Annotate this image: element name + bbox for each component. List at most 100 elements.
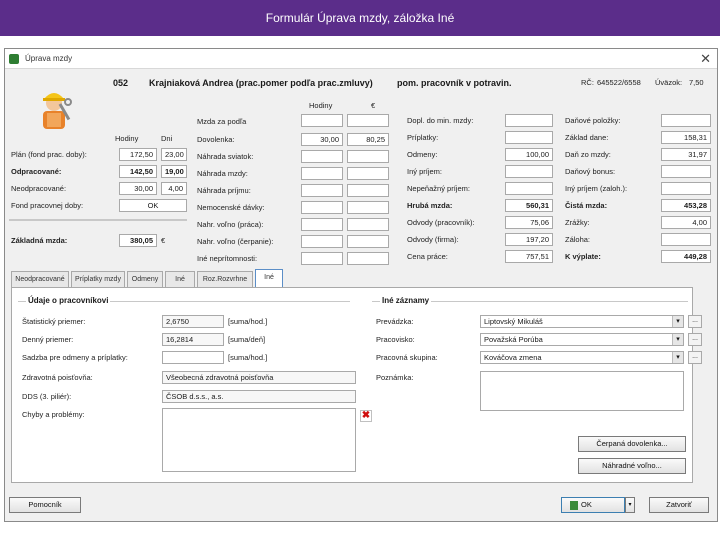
poznamka-textarea[interactable]	[480, 371, 684, 411]
middle-row-eur[interactable]	[347, 150, 389, 163]
zakladna-value[interactable]: 380,05	[119, 234, 157, 247]
right2-row-value[interactable]: 449,28	[661, 250, 711, 263]
tab-rozvrhne[interactable]: Roz.Rozvrhne	[197, 271, 253, 287]
sadzba-input[interactable]	[162, 351, 224, 364]
middle-row-eur[interactable]	[347, 252, 389, 265]
middle-row-hodiny[interactable]	[301, 150, 343, 163]
right1-row-value[interactable]	[505, 131, 553, 144]
middle-row-label: Nahr. voľno (práca):	[197, 220, 264, 229]
neodpracovane-dni[interactable]: 4,00	[161, 182, 187, 195]
edit-wage-window: Úprava mzdy ✕ 052 Krajniaková Andrea (pr…	[4, 48, 718, 522]
employee-position: pom. pracovník v potravin.	[397, 78, 512, 88]
right1-row-label: Odvody (firma):	[407, 235, 459, 244]
right1-row-label: Dopl. do min. mzdy:	[407, 116, 474, 125]
mzda-header: Mzda za podľa	[197, 117, 247, 126]
middle-row-label: Dovolenka:	[197, 135, 235, 144]
right1-row-label: Hrubá mzda:	[407, 201, 453, 210]
tab-odmeny[interactable]: Odmeny	[127, 271, 163, 287]
window-title: Úprava mzdy	[25, 54, 73, 63]
right1-row-label: Nepeňažný príjem:	[407, 184, 470, 193]
middle-row-hodiny[interactable]	[301, 252, 343, 265]
dds-value: ČSOB d.s.s., a.s.	[162, 390, 356, 403]
right2-row-value[interactable]	[661, 233, 711, 246]
zakladna-unit: €	[161, 236, 166, 245]
right1-row-label: Príplatky:	[407, 133, 439, 142]
right1-row-value[interactable]: 757,51	[505, 250, 553, 263]
right1-row-value[interactable]: 75,06	[505, 216, 553, 229]
plan-hodiny[interactable]: 172,50	[119, 148, 157, 161]
middle-row-label: Náhrada sviatok:	[197, 152, 254, 161]
pomocnik-button[interactable]: Pomocník	[9, 497, 81, 513]
right1-row-value[interactable]	[505, 182, 553, 195]
pracovisko-select[interactable]: Považská Porúba ▾	[480, 333, 684, 346]
middle-row-label: Iné neprítomnosti:	[197, 254, 258, 263]
right2-row-value[interactable]: 31,97	[661, 148, 711, 161]
employee-name: Krajniaková Andrea (prac.pomer podľa pra…	[149, 78, 373, 88]
chyby-textarea[interactable]	[162, 408, 356, 472]
chevron-down-icon[interactable]: ▾	[672, 316, 683, 327]
fond-status: OK	[119, 199, 187, 212]
right2-row-value[interactable]	[661, 114, 711, 127]
stat-priemer-label: Štatistický priemer:	[22, 317, 86, 326]
chyby-label: Chyby a problémy:	[22, 410, 85, 419]
middle-row-eur[interactable]: 80,25	[347, 133, 389, 146]
window-titlebar: Úprava mzdy ✕	[5, 49, 717, 69]
middle-row-hodiny[interactable]	[301, 201, 343, 214]
pracovisko-label: Pracovisko:	[376, 335, 415, 344]
tab-ine-1[interactable]: Iné	[165, 271, 195, 287]
prevadzka-label: Prevádzka:	[376, 317, 414, 326]
right1-row-value[interactable]: 197,20	[505, 233, 553, 246]
ok-dropdown-button[interactable]: ▾	[625, 497, 635, 513]
plan-dni[interactable]: 23,00	[161, 148, 187, 161]
col-dni: Dni	[161, 134, 173, 143]
right2-row-label: Daňový bonus:	[565, 167, 616, 176]
middle-row-hodiny[interactable]	[301, 167, 343, 180]
tab-neodpracovane[interactable]: Neodpracované	[11, 271, 69, 287]
right2-row-value[interactable]: 158,31	[661, 131, 711, 144]
chevron-down-icon[interactable]: ▾	[672, 352, 683, 363]
ok-button[interactable]: OK	[561, 497, 625, 513]
pracovisko-more-button[interactable]: ...	[688, 333, 702, 346]
right2-row-value[interactable]: 4,00	[661, 216, 711, 229]
right2-row-value[interactable]: 453,28	[661, 199, 711, 212]
odpracovane-hodiny[interactable]: 142,50	[119, 165, 157, 178]
tab-priplatky[interactable]: Príplatky mzdy	[71, 271, 125, 287]
right2-row-value[interactable]	[661, 182, 711, 195]
chevron-down-icon[interactable]: ▾	[672, 334, 683, 345]
close-icon[interactable]: ✕	[700, 51, 711, 67]
prevadzka-select[interactable]: Liptovský Mikuláš ▾	[480, 315, 684, 328]
cerpana-dovolenka-button[interactable]: Čerpaná dovolenka...	[578, 436, 686, 452]
middle-row-eur[interactable]	[347, 235, 389, 248]
neodpracovane-hodiny[interactable]: 30,00	[119, 182, 157, 195]
skupina-select[interactable]: Kováčova zmena ▾	[480, 351, 684, 364]
skupina-more-button[interactable]: ...	[688, 351, 702, 364]
middle-row-hodiny[interactable]	[301, 235, 343, 248]
middle-row-hodiny[interactable]: 30,00	[301, 133, 343, 146]
middle-col-eur: €	[371, 101, 376, 110]
right1-row-value[interactable]	[505, 165, 553, 178]
mzda-hodiny[interactable]	[301, 114, 343, 127]
tab-ine-active[interactable]: Iné	[255, 269, 283, 287]
zatvorit-button[interactable]: Zatvoriť	[649, 497, 709, 513]
denny-priemer-value: 16,2814	[162, 333, 224, 346]
middle-row-hodiny[interactable]	[301, 218, 343, 231]
middle-row-eur[interactable]	[347, 218, 389, 231]
middle-row-eur[interactable]	[347, 184, 389, 197]
middle-row-hodiny[interactable]	[301, 184, 343, 197]
stat-priemer-value: 2,6750	[162, 315, 224, 328]
right2-row-value[interactable]	[661, 165, 711, 178]
middle-row-eur[interactable]	[347, 167, 389, 180]
mzda-eur[interactable]	[347, 114, 389, 127]
odpracovane-label: Odpracované:	[11, 167, 62, 176]
middle-row-eur[interactable]	[347, 201, 389, 214]
left-divider	[9, 219, 187, 221]
delete-icon[interactable]: ✖	[360, 410, 372, 422]
right2-row-label: Základ dane:	[565, 133, 609, 142]
odpracovane-dni[interactable]: 19,00	[161, 165, 187, 178]
right1-row-value[interactable]: 100,00	[505, 148, 553, 161]
right1-row-value[interactable]	[505, 114, 553, 127]
right1-row-label: Iný príjem:	[407, 167, 443, 176]
prevadzka-more-button[interactable]: ...	[688, 315, 702, 328]
right1-row-value[interactable]: 560,31	[505, 199, 553, 212]
nahradne-volno-button[interactable]: Náhradné voľno...	[578, 458, 686, 474]
